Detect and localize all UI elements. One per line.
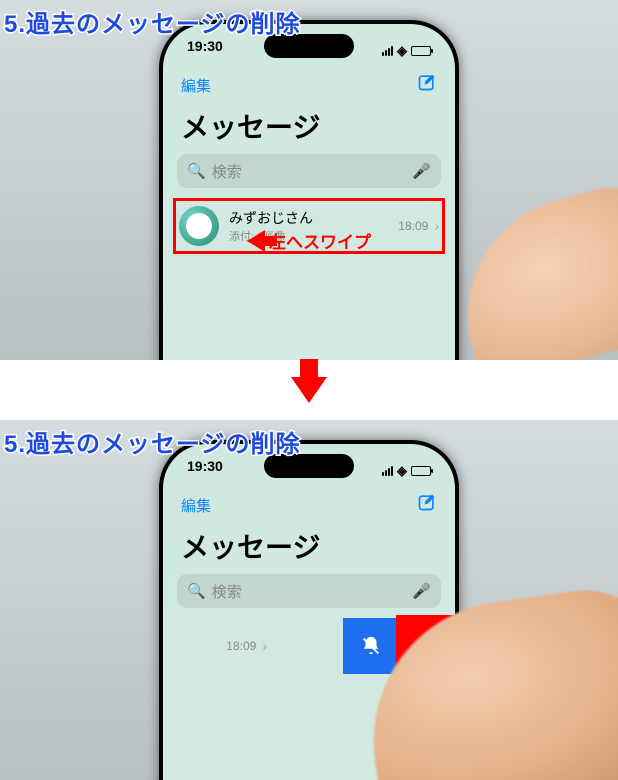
battery-icon bbox=[411, 466, 431, 476]
search-icon: 🔍 bbox=[187, 582, 206, 600]
conversation-time: 18:09 bbox=[398, 219, 428, 233]
search-placeholder: 検索 bbox=[212, 161, 242, 182]
bell-slash-icon bbox=[360, 635, 382, 657]
tutorial-panel-after: 5.過去のメッセージの削除 19:30 🌙 ◈ 編集 メッセージ bbox=[0, 420, 618, 780]
swipe-hint: 左へスワイプ bbox=[247, 228, 371, 253]
instruction-title: 5.過去のメッセージの削除 bbox=[4, 4, 301, 39]
compose-icon bbox=[417, 72, 437, 92]
avatar bbox=[179, 206, 219, 246]
transition-arrow-area bbox=[0, 360, 618, 420]
phone-frame: 19:30 🌙 ◈ 編集 メッセージ 🔍 検索 🎤 bbox=[159, 20, 459, 360]
search-input[interactable]: 🔍 検索 🎤 bbox=[177, 154, 441, 188]
swipe-hint-label: 左へスワイプ bbox=[269, 228, 371, 253]
page-title: メッセージ bbox=[163, 522, 455, 574]
search-placeholder: 検索 bbox=[212, 581, 242, 602]
clock: 19:30 bbox=[187, 458, 223, 484]
search-input[interactable]: 🔍 検索 🎤 bbox=[177, 574, 441, 608]
tutorial-panel-before: 5.過去のメッセージの削除 19:30 🌙 ◈ 編集 メッセージ bbox=[0, 0, 618, 360]
arrow-down-icon bbox=[291, 377, 327, 403]
search-icon: 🔍 bbox=[187, 162, 206, 180]
compose-icon bbox=[417, 492, 437, 512]
mic-icon[interactable]: 🎤 bbox=[412, 162, 431, 180]
mic-icon[interactable]: 🎤 bbox=[412, 582, 431, 600]
nav-bar: 編集 bbox=[163, 484, 455, 522]
edit-button[interactable]: 編集 bbox=[181, 75, 211, 96]
clock: 19:30 bbox=[187, 38, 223, 64]
chevron-right-icon: › bbox=[434, 218, 439, 234]
arrow-left-icon bbox=[247, 230, 265, 252]
compose-button[interactable] bbox=[417, 492, 437, 518]
wifi-icon: ◈ bbox=[397, 43, 407, 59]
edit-button[interactable]: 編集 bbox=[181, 495, 211, 516]
battery-icon bbox=[411, 46, 431, 56]
signal-icon bbox=[382, 466, 393, 476]
conversation-time: 18:09 bbox=[226, 639, 256, 653]
page-title: メッセージ bbox=[163, 102, 455, 154]
chevron-right-icon: › bbox=[262, 638, 267, 654]
nav-bar: 編集 bbox=[163, 64, 455, 102]
mute-action-button[interactable] bbox=[343, 618, 399, 674]
conversation-name-partial: さん bbox=[163, 636, 226, 656]
finger-overlay bbox=[441, 174, 618, 360]
compose-button[interactable] bbox=[417, 72, 437, 98]
instruction-title: 5.過去のメッセージの削除 bbox=[4, 424, 301, 459]
conversation-name: みずおじさん bbox=[229, 208, 398, 228]
signal-icon bbox=[382, 46, 393, 56]
phone-screen: 19:30 🌙 ◈ 編集 メッセージ 🔍 検索 🎤 bbox=[163, 24, 455, 360]
wifi-icon: ◈ bbox=[397, 463, 407, 479]
